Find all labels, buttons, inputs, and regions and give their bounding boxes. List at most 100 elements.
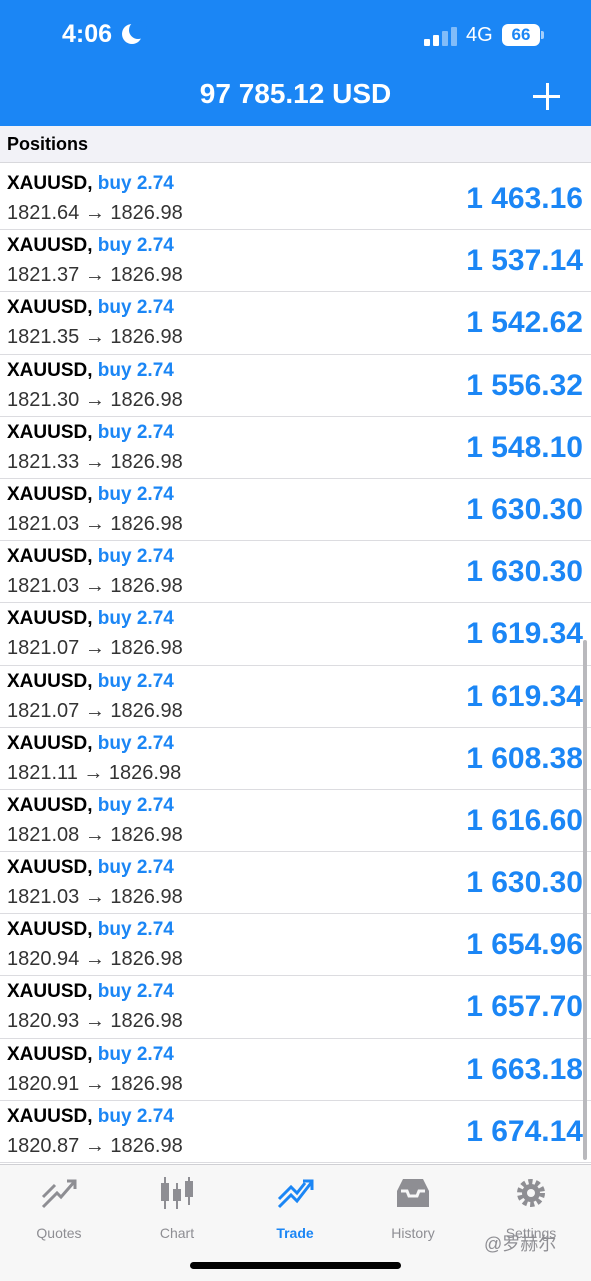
- position-symbol: XAUUSD,: [7, 235, 93, 257]
- position-profit: 1 608.38: [466, 741, 583, 775]
- position-title: XAUUSD, buy 2.74: [7, 484, 174, 506]
- position-symbol: XAUUSD,: [7, 546, 93, 568]
- position-row[interactable]: XAUUSD, buy 2.74 1821.11 → 1826.98 1 608.3…: [0, 728, 591, 790]
- position-row[interactable]: XAUUSD, buy 2.74 1821.08 → 1826.98 1 616.6…: [0, 790, 591, 853]
- position-prices: 1821.11 → 1826.98: [7, 761, 182, 784]
- tab-chart[interactable]: Chart: [118, 1175, 236, 1245]
- history-icon: [393, 1175, 433, 1211]
- tab-history[interactable]: History: [354, 1175, 472, 1245]
- position-prices: 1820.91 → 1826.98: [7, 1072, 183, 1095]
- position-row[interactable]: XAUUSD, buy 2.74 1821.37 → 1826.98 1 537.1…: [0, 230, 591, 293]
- status-time: 4:06: [62, 20, 113, 48]
- position-prices: 1821.37 → 1826.98: [7, 264, 183, 287]
- position-title: XAUUSD, buy 2.74: [7, 795, 174, 817]
- position-symbol: XAUUSD,: [7, 794, 93, 816]
- position-profit: 1 619.34: [466, 679, 583, 713]
- quotes-icon: [39, 1175, 79, 1211]
- position-title: XAUUSD, buy 2.74: [7, 857, 174, 879]
- position-row[interactable]: XAUUSD, buy 2.74 1821.07 → 1826.98 1 619.3…: [0, 603, 591, 666]
- moon-icon: [122, 21, 147, 44]
- position-title: XAUUSD, buy 2.74: [7, 422, 174, 444]
- tab-quotes[interactable]: Quotes: [0, 1175, 118, 1245]
- tab-label: Trade: [276, 1225, 314, 1241]
- position-profit: 1 657.70: [466, 990, 583, 1024]
- position-row[interactable]: XAUUSD, buy 2.74 1821.35 → 1826.98 1 542.6…: [0, 292, 591, 355]
- position-direction: buy 2.74: [97, 173, 174, 194]
- position-direction: buy 2.74: [97, 857, 174, 879]
- position-direction: buy 2.74: [97, 235, 174, 257]
- position-title: XAUUSD, buy 2.74: [7, 919, 174, 941]
- position-symbol: XAUUSD,: [7, 670, 93, 692]
- position-direction: buy 2.74: [97, 732, 174, 754]
- scrollbar[interactable]: [583, 640, 587, 1160]
- position-row[interactable]: XAUUSD, buy 2.74 1821.33 → 1826.98 1 548.1…: [0, 417, 591, 479]
- position-row[interactable]: XAUUSD, buy 2.74 1821.03 → 1826.98 1 630.3…: [0, 852, 591, 915]
- position-symbol: XAUUSD,: [7, 421, 93, 443]
- position-prices: 1820.93 → 1826.98: [7, 1010, 183, 1033]
- position-row[interactable]: XAUUSD, buy 2.74 1821.30 → 1826.98 1 556.3…: [0, 355, 591, 417]
- position-symbol: XAUUSD,: [7, 173, 93, 194]
- position-symbol: XAUUSD,: [7, 297, 93, 319]
- position-profit: 1 630.30: [466, 492, 583, 526]
- position-prices: 1821.64 → 1826.98: [7, 202, 183, 224]
- position-row[interactable]: XAUUSD, buy 2.74 1820.91 → 1826.98 1 663.1…: [0, 1039, 591, 1101]
- position-direction: buy 2.74: [97, 546, 174, 568]
- position-direction: buy 2.74: [97, 297, 174, 319]
- position-title: XAUUSD, buy 2.74: [7, 546, 174, 568]
- position-profit: 1 674.14: [466, 1114, 583, 1148]
- position-prices: 1821.07 → 1826.98: [7, 637, 183, 660]
- position-prices: 1821.07 → 1826.98: [7, 699, 183, 722]
- battery-tip: [541, 31, 544, 39]
- position-direction: buy 2.74: [97, 981, 174, 1003]
- position-prices: 1820.94 → 1826.98: [7, 948, 183, 971]
- position-row[interactable]: XAUUSD, buy 2.74 1820.93 → 1826.98 1 657.7…: [0, 976, 591, 1039]
- watermark: @罗赫尔: [484, 1234, 557, 1254]
- app-header: 4:06 4G 66 97 785.12 USD: [0, 0, 591, 126]
- position-profit: 1 663.18: [466, 1052, 583, 1086]
- position-prices: 1821.08 → 1826.98: [7, 823, 183, 846]
- position-title: XAUUSD, buy 2.74: [7, 173, 174, 195]
- position-direction: buy 2.74: [97, 670, 174, 692]
- position-row[interactable]: XAUUSD, buy 2.74 1820.94 → 1826.98 1 654.9…: [0, 914, 591, 977]
- position-row[interactable]: XAUUSD, buy 2.74 1821.03 → 1826.98 1 630.3…: [0, 479, 591, 542]
- position-direction: buy 2.74: [97, 421, 174, 443]
- position-row[interactable]: XAUUSD, buy 2.74 1821.07 → 1826.98 1 619.3…: [0, 666, 591, 728]
- home-indicator: [190, 1262, 401, 1269]
- position-symbol: XAUUSD,: [7, 732, 93, 754]
- add-order-button[interactable]: [530, 80, 564, 114]
- position-prices: 1821.03 → 1826.98: [7, 886, 183, 909]
- position-prices: 1821.03 → 1826.98: [7, 575, 183, 598]
- position-title: XAUUSD, buy 2.74: [7, 671, 174, 693]
- signal-icon: [424, 26, 458, 46]
- position-direction: buy 2.74: [97, 483, 174, 505]
- battery-icon: 66: [502, 24, 540, 46]
- position-direction: buy 2.74: [97, 794, 174, 816]
- position-row[interactable]: XAUUSD, buy 2.74 1821.03 → 1826.98 1 630.3…: [0, 541, 591, 604]
- position-direction: buy 2.74: [97, 1105, 174, 1127]
- position-title: XAUUSD, buy 2.74: [7, 1044, 174, 1066]
- position-row[interactable]: XAUUSD, buy 2.74 1820.87 → 1826.98 1 674.1…: [0, 1101, 591, 1163]
- position-title: XAUUSD, buy 2.74: [7, 608, 174, 630]
- position-profit: 1 463.16: [466, 182, 583, 215]
- trade-icon: [275, 1175, 315, 1211]
- positions-list: XAUUSD, buy 2.74 1821.64 → 1826.98 1 463.1…: [0, 168, 591, 1163]
- position-title: XAUUSD, buy 2.74: [7, 981, 174, 1003]
- tab-label: Chart: [159, 1225, 195, 1241]
- network-type: 4G: [466, 24, 493, 46]
- position-symbol: XAUUSD,: [7, 857, 93, 879]
- position-title: XAUUSD, buy 2.74: [7, 235, 174, 257]
- position-symbol: XAUUSD,: [7, 981, 93, 1003]
- position-prices: 1821.33 → 1826.98: [7, 450, 183, 473]
- position-profit: 1 556.32: [466, 368, 583, 402]
- tab-label: History: [391, 1225, 435, 1241]
- position-row[interactable]: XAUUSD, buy 2.74 1821.64 → 1826.98 1 463.1…: [0, 168, 591, 231]
- gear-icon: [511, 1175, 551, 1211]
- position-direction: buy 2.74: [97, 359, 174, 381]
- position-profit: 1 654.96: [466, 928, 583, 962]
- position-profit: 1 630.30: [466, 555, 583, 589]
- section-title: Positions: [7, 134, 89, 154]
- position-direction: buy 2.74: [97, 608, 174, 630]
- position-symbol: XAUUSD,: [7, 359, 93, 381]
- tab-trade[interactable]: Trade: [236, 1175, 354, 1245]
- account-balance: 97 785.12 USD: [199, 78, 392, 109]
